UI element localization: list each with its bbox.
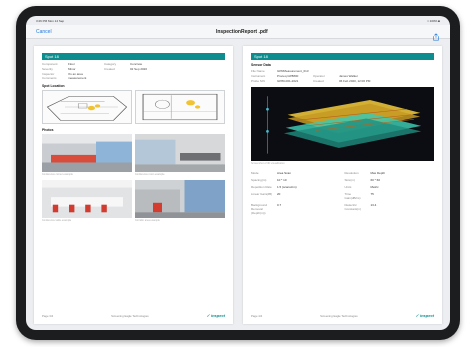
page-footer: Page 4/4 Screening Eagle Technologies ✓ … <box>251 313 434 318</box>
spot-details: Component Floor Category Concrete Severi… <box>42 62 225 80</box>
param-value: 13.4 <box>370 203 377 207</box>
field-value: 06 Feb 2020, 12:06 PM <box>339 79 371 83</box>
document-title: InspectionReport .pdf <box>215 28 268 35</box>
inspect-logo: ✓ inspect <box>415 313 434 318</box>
field-value: Floor <box>68 62 75 66</box>
field-label: Created <box>313 79 324 83</box>
photos-title: Photos <box>42 128 54 132</box>
photo-caption: Corridor area example <box>135 219 160 222</box>
gpr-3d-visualization <box>251 87 434 161</box>
cancel-button[interactable]: Cancel <box>36 29 52 35</box>
sensor-data-title: Sensor Data <box>251 63 271 67</box>
field-label: Operator <box>313 74 325 78</box>
param-label: Mode <box>251 171 259 175</box>
field-value: 02 Sep 2020 <box>130 67 148 71</box>
photo-item: Conference table example <box>42 180 132 222</box>
tablet-screen: 3:26 PM Mon 14 Sep ≈ 100% ■ Cancel Inspe… <box>26 16 450 330</box>
office-photo <box>135 134 225 172</box>
photo-item: Corridor area example <box>135 180 225 222</box>
param-label: Repetition Rate <box>251 185 272 189</box>
field-label: Inspector Comments <box>42 72 57 80</box>
field-label: Probe S/N <box>251 79 265 83</box>
param-value: 75 <box>370 192 374 196</box>
status-battery: ≈ 100% ■ <box>427 18 440 23</box>
field-label: Category <box>104 62 117 66</box>
field-value: Proceq GP8800 <box>277 74 299 78</box>
param-value: Area Scan <box>277 171 292 175</box>
field-value: Minor <box>68 67 76 71</box>
param-label: Spacing(m) <box>251 178 267 182</box>
field-label: Created <box>104 67 115 71</box>
field-value: It's an area measurement <box>68 72 87 80</box>
field-label: Component <box>42 62 58 66</box>
photo-item: Conference corner example <box>42 134 132 176</box>
photo-caption: Conference room example <box>135 173 165 176</box>
sensor-details: File Name GPRMeasurement_013 Instrument … <box>251 69 434 83</box>
visualization-caption: Screenshot of 3D visualization <box>251 162 285 165</box>
spot-location-title: Spot Location <box>42 84 65 88</box>
photo-grid: Conference corner example Conference roo… <box>42 134 225 222</box>
office-photo <box>135 180 225 218</box>
param-value: 10 * 10 <box>277 178 287 182</box>
floor-plans <box>42 90 225 124</box>
param-label: Units <box>344 185 352 189</box>
field-label: File Name <box>251 69 265 73</box>
inspect-logo: ✓ inspect <box>206 313 225 318</box>
pdf-page-left: Spot 18 Component Floor Category Concret… <box>34 46 233 324</box>
status-bar: 3:26 PM Mon 14 Sep ≈ 100% ■ <box>26 16 450 25</box>
share-icon[interactable] <box>432 28 440 41</box>
field-value: James Walker <box>339 74 358 78</box>
company-name: Screening Eagle Technologies <box>320 313 358 318</box>
spot-header: Spot 18 <box>251 53 434 60</box>
photo-caption: Conference table example <box>42 219 72 222</box>
photo-caption: Conference corner example <box>42 173 73 176</box>
field-value: GPRMeasurement_013 <box>277 69 309 73</box>
param-value: 0.7 <box>277 203 282 207</box>
field-label: Instrument <box>251 74 266 78</box>
param-label: Size(m) <box>344 178 355 182</box>
office-photo <box>42 134 132 172</box>
param-label: Background Removal (Depth(m)) <box>251 203 268 215</box>
measurement-parameters: Mode Area Scan Resolution Max Depth Spac… <box>251 171 434 215</box>
photo-item: Conference room example <box>135 134 225 176</box>
param-label: Dielectric Constant(m) <box>344 203 362 211</box>
page-number: Page 3/4 <box>42 313 54 318</box>
pdf-pages[interactable]: Spot 18 Component Floor Category Concret… <box>26 40 450 330</box>
tablet-frame: 3:26 PM Mon 14 Sep ≈ 100% ■ Cancel Inspe… <box>16 6 460 340</box>
company-name: Screening Eagle Technologies <box>111 313 149 318</box>
field-value: GP80-001-2021 <box>277 79 299 83</box>
floor-plan-detail-image <box>135 90 225 124</box>
param-value: 20 <box>277 192 281 196</box>
status-time: 3:26 PM Mon 14 Sep <box>36 18 65 23</box>
param-label: Resolution <box>344 171 359 175</box>
param-value: Max Depth <box>370 171 386 175</box>
field-label: Severity <box>42 67 53 71</box>
param-value: 60 * 60 <box>370 178 381 182</box>
page-footer: Page 3/4 Screening Eagle Technologies ✓ … <box>42 313 225 318</box>
page-number: Page 4/4 <box>251 313 263 318</box>
spot-header: Spot 18 <box>42 53 225 60</box>
pdf-page-right: Spot 18 Sensor Data File Name GPRMeasure… <box>243 46 442 324</box>
param-label: Linear Gain(dB) <box>251 192 273 196</box>
field-value: Concrete <box>130 62 143 66</box>
office-photo <box>42 180 132 218</box>
navigation-bar: Cancel InspectionReport .pdf <box>26 25 450 41</box>
param-value: 1.5 (scans/cm) <box>277 185 297 189</box>
param-label: Time Gain(dB/ns) <box>344 192 361 200</box>
floor-plan-image <box>42 90 132 124</box>
param-value: Metric <box>370 185 379 189</box>
